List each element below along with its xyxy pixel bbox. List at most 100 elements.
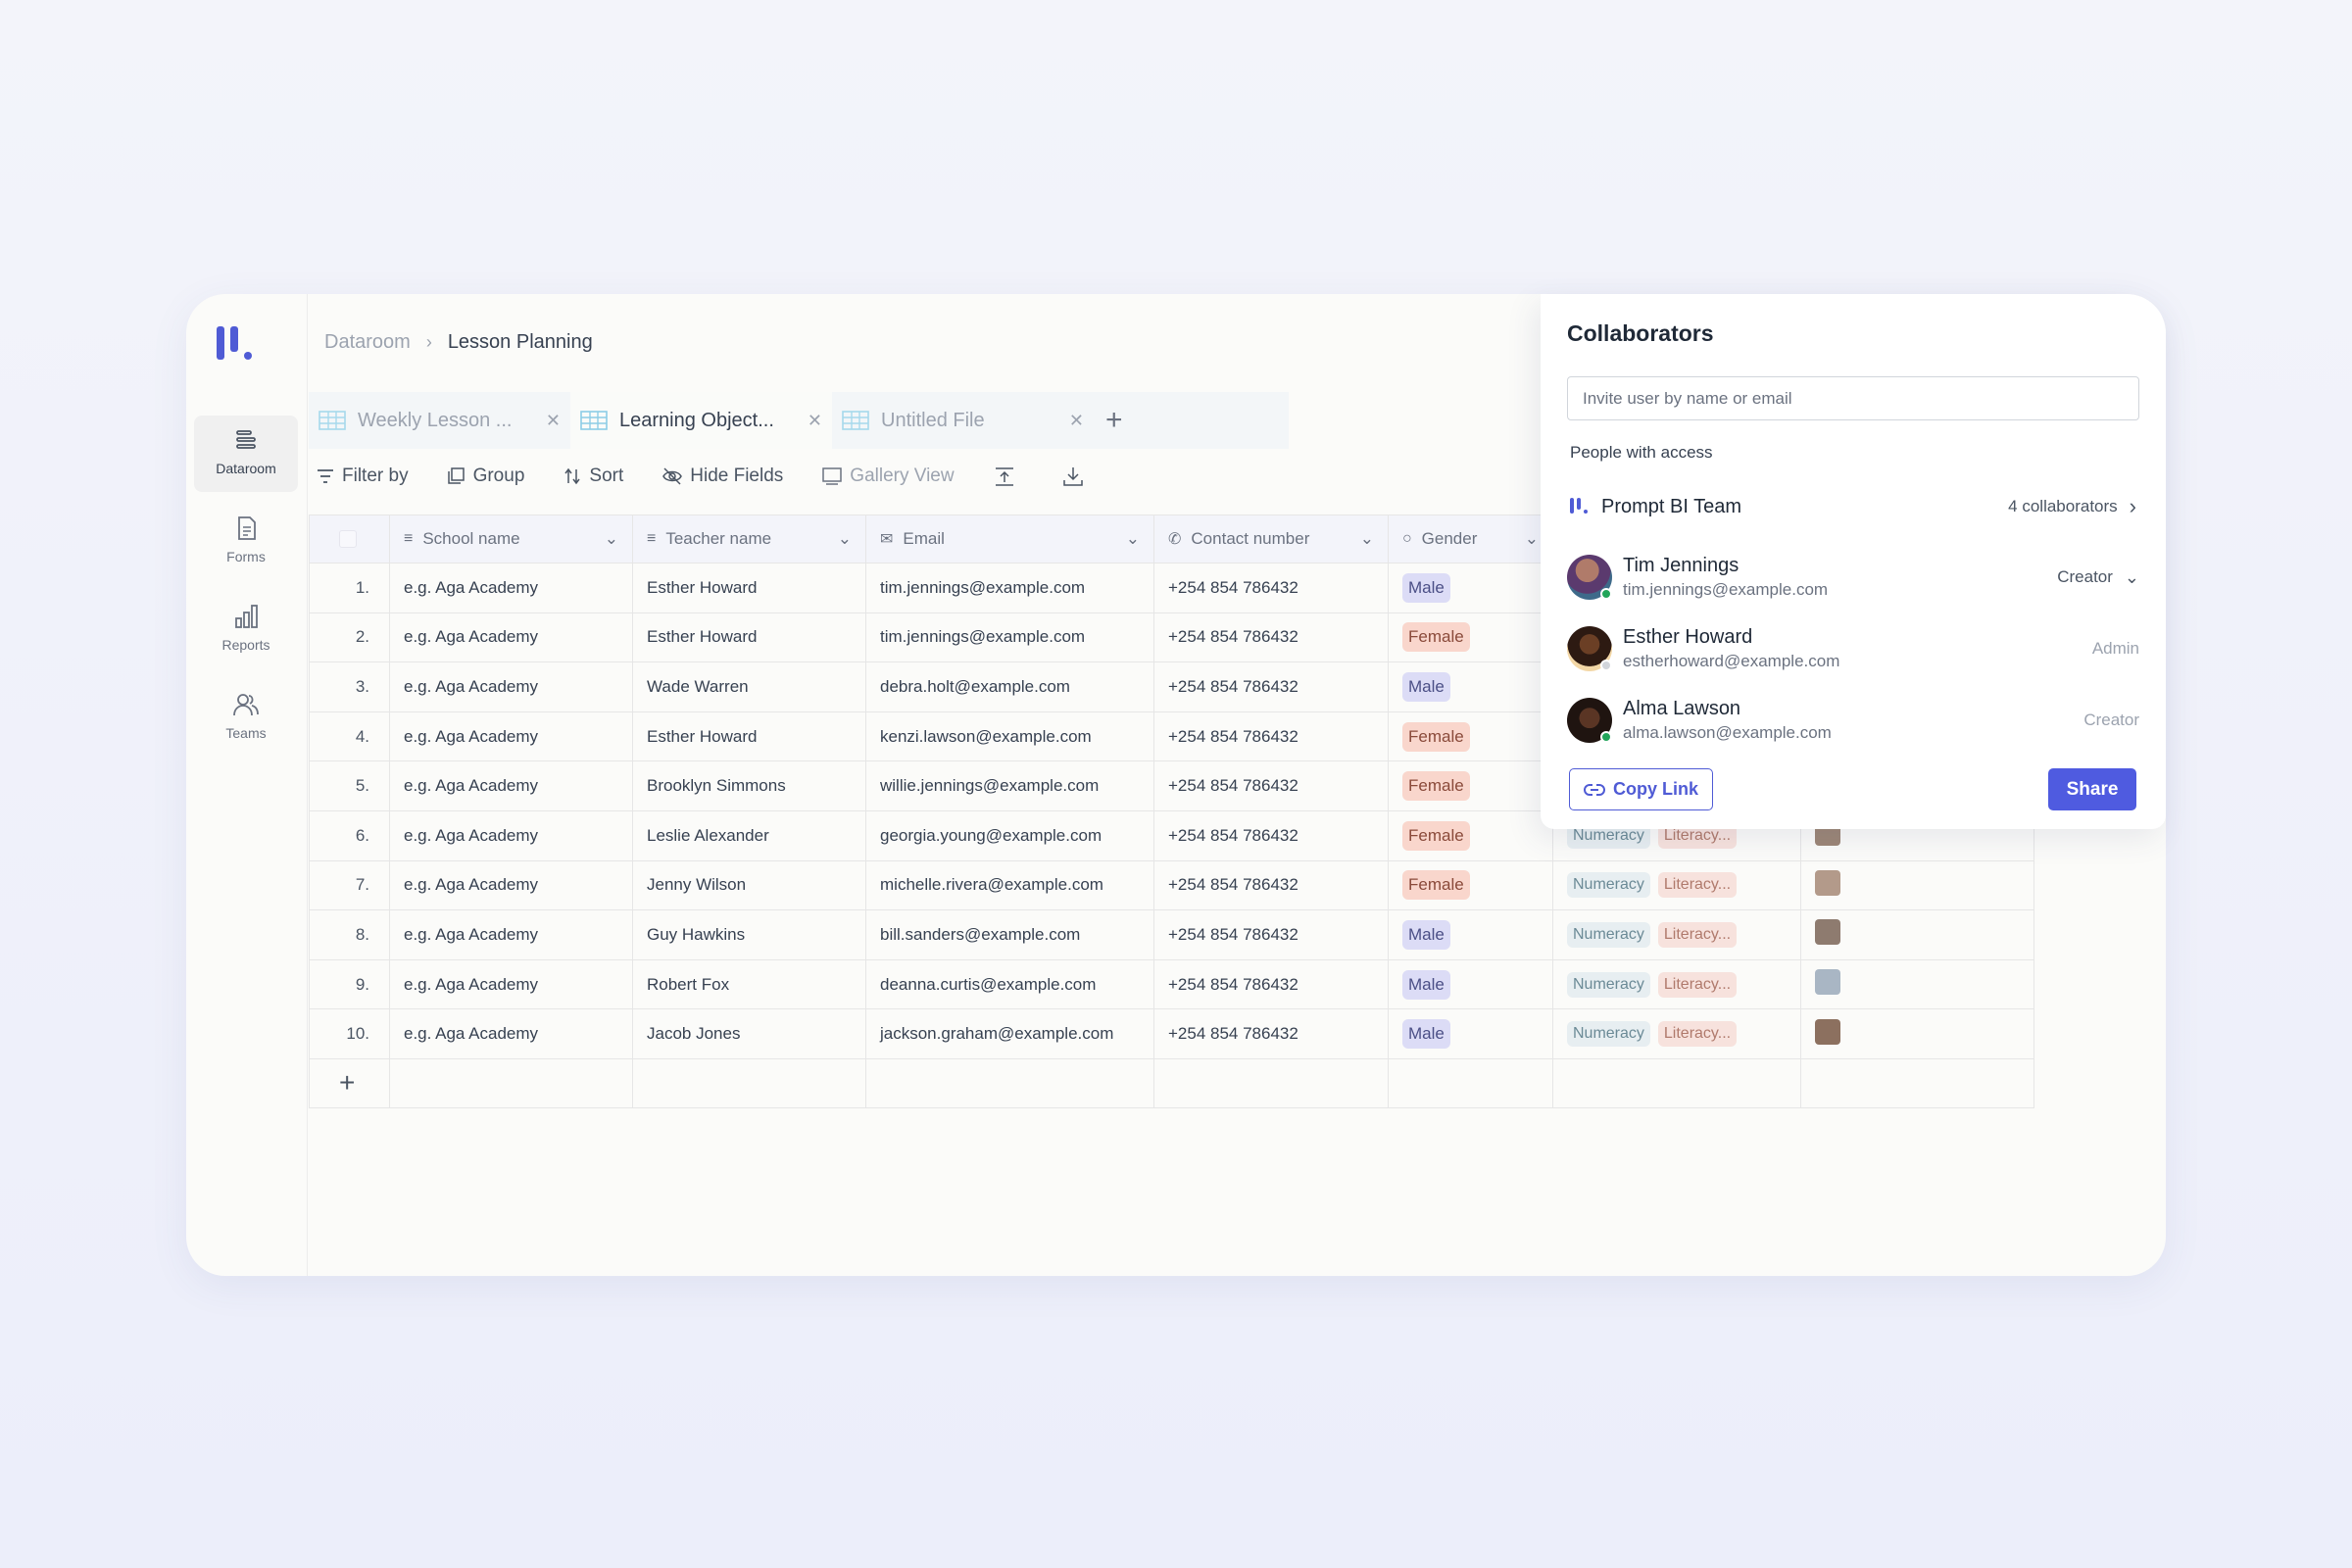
filter-button[interactable]: Filter by xyxy=(317,466,409,487)
teacher-name-cell[interactable]: Guy Hawkins xyxy=(632,909,866,960)
teacher-name-cell[interactable]: Brooklyn Simmons xyxy=(632,760,866,811)
school-name-cell[interactable]: e.g. Aga Academy xyxy=(389,760,633,811)
row-number-cell[interactable]: 8. xyxy=(309,909,390,960)
table-row[interactable]: 10. e.g. Aga Academy Jacob Jones jackson.gr… xyxy=(309,1008,2034,1059)
table-row[interactable]: 7. e.g. Aga Academy Jenny Wilson michelle.r… xyxy=(309,859,2034,911)
subjects-cell[interactable]: Numeracy Literacy... xyxy=(1552,1008,1801,1059)
sidebar-item-teams[interactable]: Teams xyxy=(194,680,298,757)
column-header-teacher[interactable]: ≡ Teacher name ⌄ xyxy=(632,514,866,564)
email-cell[interactable]: tim.jennings@example.com xyxy=(865,612,1154,663)
table-row[interactable]: 9. e.g. Aga Academy Robert Fox deanna.curti… xyxy=(309,958,2034,1010)
row-number-cell[interactable]: 7. xyxy=(309,859,390,911)
email-cell[interactable]: willie.jennings@example.com xyxy=(865,760,1154,811)
attachment-cell[interactable] xyxy=(1800,1008,2034,1059)
gender-cell[interactable]: Male xyxy=(1388,662,1553,712)
school-name-cell[interactable]: e.g. Aga Academy xyxy=(389,710,633,762)
gender-cell[interactable]: Female xyxy=(1388,760,1553,811)
group-button[interactable]: Group xyxy=(447,466,524,487)
subjects-cell[interactable]: Numeracy Literacy... xyxy=(1552,909,1801,960)
school-name-cell[interactable]: e.g. Aga Academy xyxy=(389,909,633,960)
gender-cell[interactable]: Female xyxy=(1388,859,1553,911)
photo-thumbnail[interactable] xyxy=(1815,869,1840,896)
email-cell[interactable]: georgia.young@example.com xyxy=(865,809,1154,861)
row-number-cell[interactable]: 6. xyxy=(309,809,390,861)
collaborator-row[interactable]: Tim Jennings tim.jennings@example.com Cr… xyxy=(1567,554,2139,601)
close-icon[interactable]: ✕ xyxy=(808,411,822,431)
app-logo[interactable] xyxy=(217,324,260,364)
add-row-cell[interactable]: + xyxy=(309,1057,390,1108)
gallery-view-button[interactable]: Gallery View xyxy=(822,466,955,487)
select-all-cell[interactable] xyxy=(309,514,390,564)
email-cell[interactable]: kenzi.lawson@example.com xyxy=(865,710,1154,762)
gender-cell[interactable]: Female xyxy=(1388,710,1553,762)
teacher-name-cell[interactable]: Jenny Wilson xyxy=(632,859,866,911)
contact-number-cell[interactable]: +254 854 786432 xyxy=(1153,909,1389,960)
contact-number-cell[interactable]: +254 854 786432 xyxy=(1153,662,1389,712)
contact-number-cell[interactable]: +254 854 786432 xyxy=(1153,809,1389,861)
breadcrumb-root[interactable]: Dataroom xyxy=(324,331,411,354)
contact-number-cell[interactable]: +254 854 786432 xyxy=(1153,760,1389,811)
photo-thumbnail[interactable] xyxy=(1815,969,1840,996)
chevron-down-icon[interactable]: ⌄ xyxy=(1126,529,1140,549)
upload-button[interactable] xyxy=(994,466,1023,487)
invite-input[interactable] xyxy=(1567,376,2139,420)
row-number-cell[interactable]: 4. xyxy=(309,710,390,762)
teacher-name-cell[interactable]: Jacob Jones xyxy=(632,1008,866,1059)
attachment-cell[interactable] xyxy=(1800,958,2034,1010)
gender-cell[interactable]: Male xyxy=(1388,909,1553,960)
school-name-cell[interactable]: e.g. Aga Academy xyxy=(389,662,633,712)
gender-cell[interactable]: Male xyxy=(1388,958,1553,1010)
contact-number-cell[interactable]: +254 854 786432 xyxy=(1153,958,1389,1010)
team-row[interactable]: Prompt BI Team 4 collaborators › xyxy=(1570,494,2136,519)
row-number-cell[interactable]: 2. xyxy=(309,612,390,663)
share-button[interactable]: Share xyxy=(2048,768,2136,810)
hide-fields-button[interactable]: Hide Fields xyxy=(662,466,783,487)
gender-cell[interactable]: Female xyxy=(1388,809,1553,861)
collaborator-row[interactable]: Alma Lawson alma.lawson@example.com Crea… xyxy=(1567,697,2139,744)
teacher-name-cell[interactable]: Esther Howard xyxy=(632,612,866,663)
chevron-down-icon[interactable]: ⌄ xyxy=(605,529,618,549)
attachment-cell[interactable] xyxy=(1800,909,2034,960)
select-all-checkbox[interactable] xyxy=(339,530,357,548)
column-header-gender[interactable]: ○ Gender ⌄ xyxy=(1388,514,1553,564)
attachment-cell[interactable] xyxy=(1800,859,2034,911)
chevron-down-icon[interactable]: ⌄ xyxy=(1525,529,1539,549)
teacher-name-cell[interactable]: Esther Howard xyxy=(632,710,866,762)
column-header-email[interactable]: ✉ Email ⌄ xyxy=(865,514,1154,564)
school-name-cell[interactable]: e.g. Aga Academy xyxy=(389,958,633,1010)
row-number-cell[interactable]: 3. xyxy=(309,662,390,712)
school-name-cell[interactable]: e.g. Aga Academy xyxy=(389,859,633,911)
teacher-name-cell[interactable]: Wade Warren xyxy=(632,662,866,712)
row-number-cell[interactable]: 5. xyxy=(309,760,390,811)
subjects-cell[interactable]: Numeracy Literacy... xyxy=(1552,958,1801,1010)
role-dropdown[interactable]: Creator ⌄ xyxy=(2057,567,2139,588)
row-number-cell[interactable]: 9. xyxy=(309,958,390,1010)
email-cell[interactable]: michelle.rivera@example.com xyxy=(865,859,1154,911)
email-cell[interactable]: bill.sanders@example.com xyxy=(865,909,1154,960)
gender-cell[interactable]: Male xyxy=(1388,563,1553,613)
column-header-contact[interactable]: ✆ Contact number ⌄ xyxy=(1153,514,1389,564)
photo-thumbnail[interactable] xyxy=(1815,919,1840,946)
contact-number-cell[interactable]: +254 854 786432 xyxy=(1153,710,1389,762)
school-name-cell[interactable]: e.g. Aga Academy xyxy=(389,1008,633,1059)
chevron-right-icon[interactable]: › xyxy=(2130,494,2136,519)
school-name-cell[interactable]: e.g. Aga Academy xyxy=(389,563,633,613)
email-cell[interactable]: debra.holt@example.com xyxy=(865,662,1154,712)
email-cell[interactable]: jackson.graham@example.com xyxy=(865,1008,1154,1059)
close-icon[interactable]: ✕ xyxy=(1069,411,1084,431)
subjects-cell[interactable]: Numeracy Literacy... xyxy=(1552,859,1801,911)
download-button[interactable] xyxy=(1062,466,1092,487)
sidebar-item-dataroom[interactable]: Dataroom xyxy=(194,416,298,492)
tab-learning-objectives[interactable]: Learning Object... ✕ xyxy=(570,392,832,449)
row-number-cell[interactable]: 10. xyxy=(309,1008,390,1059)
column-header-school[interactable]: ≡ School name ⌄ xyxy=(389,514,633,564)
gender-cell[interactable]: Male xyxy=(1388,1008,1553,1059)
contact-number-cell[interactable]: +254 854 786432 xyxy=(1153,563,1389,613)
contact-number-cell[interactable]: +254 854 786432 xyxy=(1153,1008,1389,1059)
school-name-cell[interactable]: e.g. Aga Academy xyxy=(389,612,633,663)
table-row[interactable]: 8. e.g. Aga Academy Guy Hawkins bill.sander… xyxy=(309,909,2034,960)
collaborator-row[interactable]: Esther Howard estherhoward@example.com A… xyxy=(1567,625,2139,672)
add-row[interactable]: + xyxy=(309,1057,2034,1108)
plus-icon[interactable]: + xyxy=(339,1067,355,1098)
gender-cell[interactable]: Female xyxy=(1388,612,1553,663)
